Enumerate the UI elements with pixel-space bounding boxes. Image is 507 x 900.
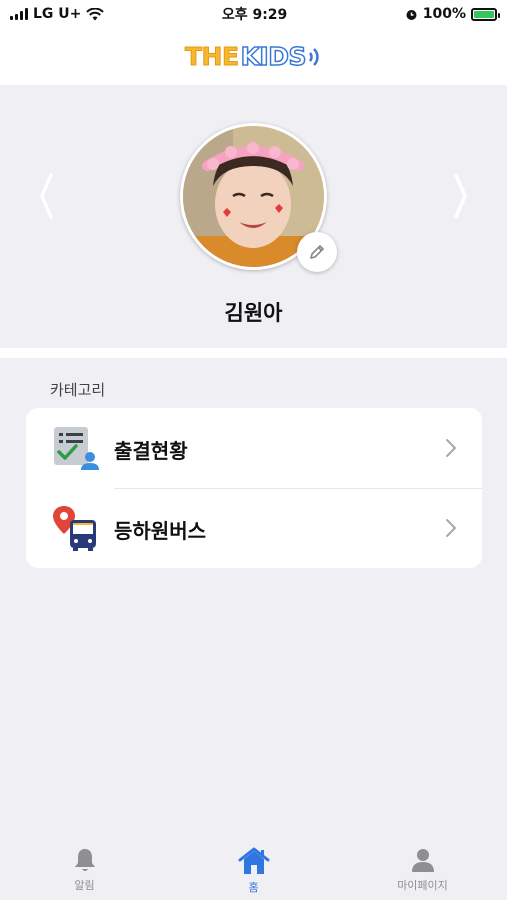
tab-mypage[interactable]: 마이페이지 (338, 838, 507, 900)
status-bar: LG U+ 오후 9:29 100% (0, 0, 507, 28)
tab-label: 알림 (74, 879, 95, 892)
logo-text-the: THE (185, 42, 240, 72)
avatar-container (180, 123, 337, 272)
bottom-tab-bar: 알림 홈 마이페이지 (0, 838, 507, 900)
bell-icon (74, 849, 95, 871)
battery-icon (471, 7, 500, 21)
tab-notifications[interactable]: 알림 (0, 838, 169, 900)
status-right: 100% (405, 6, 500, 22)
alarm-icon (406, 9, 417, 20)
signal-icon (10, 8, 28, 20)
clock: 오후 9:29 (221, 7, 288, 23)
pencil-icon (310, 245, 324, 259)
status-left: LG U+ (10, 6, 105, 22)
chevron-right-icon (446, 519, 456, 537)
menu-item-label: 등하원버스 (114, 519, 206, 543)
logo-text-kids: KIDS (240, 41, 307, 72)
carrier-label: LG U+ (33, 6, 82, 22)
person-icon (411, 849, 434, 872)
profile-section: 김원아 (0, 85, 507, 348)
app-header: THE KIDS (0, 28, 507, 85)
battery-percent: 100% (422, 6, 466, 22)
category-card: 출결현황 등하원버스 (26, 408, 482, 568)
app-logo: THE KIDS (185, 41, 322, 72)
edit-profile-button[interactable] (297, 232, 337, 272)
tab-label: 마이페이지 (397, 879, 448, 892)
category-section-label: 카테고리 (50, 381, 106, 399)
tab-home[interactable]: 홈 (169, 838, 338, 900)
home-icon (238, 847, 269, 874)
bus-icon (53, 506, 96, 551)
next-child-button[interactable] (449, 171, 473, 221)
chevron-left-icon (40, 173, 53, 219)
chevron-right-icon (454, 173, 467, 219)
signal-wave-icon (308, 47, 319, 66)
menu-item-bus[interactable]: 등하원버스 (26, 488, 482, 568)
menu-item-label: 출결현황 (114, 439, 188, 463)
attendance-icon (54, 427, 99, 470)
tab-label: 홈 (248, 881, 259, 894)
previous-child-button[interactable] (34, 171, 58, 221)
menu-item-attendance[interactable]: 출결현황 (26, 408, 482, 488)
chevron-right-icon (446, 439, 456, 457)
section-divider (0, 348, 507, 358)
wifi-icon (86, 7, 105, 20)
child-name: 김원아 (224, 301, 283, 325)
